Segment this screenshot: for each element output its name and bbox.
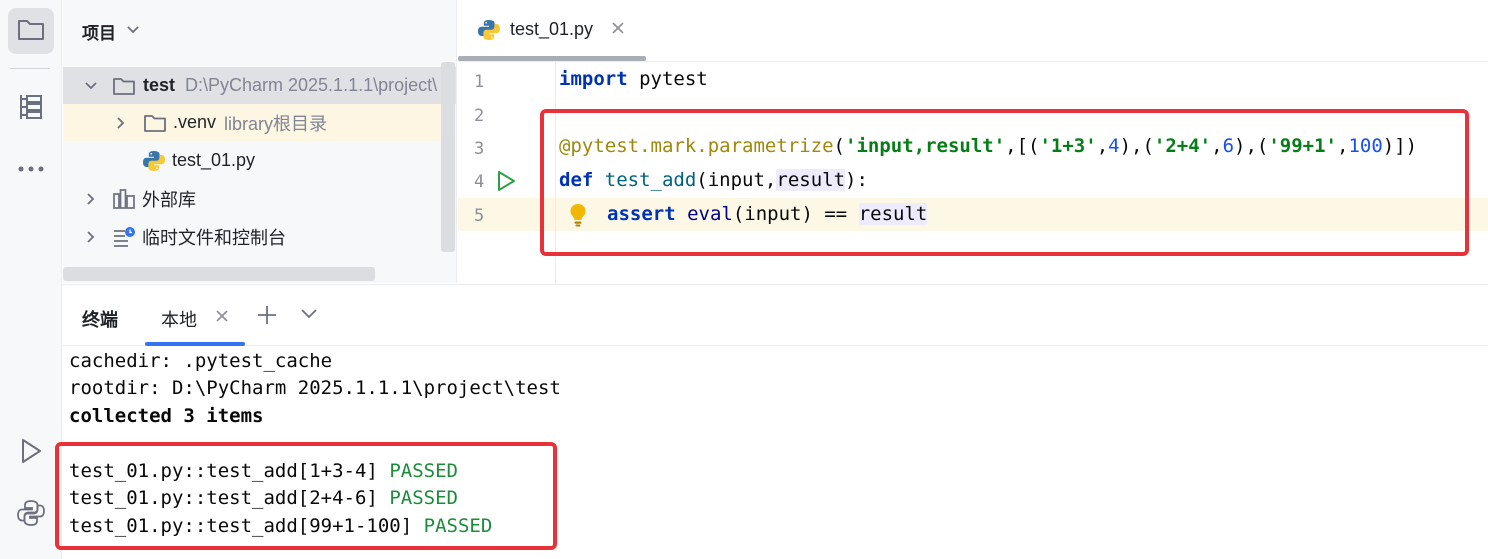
project-panel-header[interactable]: 项目: [63, 0, 456, 62]
tree-item-scratches-and-consoles[interactable]: 临时文件和控制台: [63, 218, 456, 255]
python-file-icon: [478, 19, 500, 46]
scratch-icon: [112, 225, 136, 249]
run-test-gutter-icon[interactable]: [495, 170, 517, 197]
line-number: 2: [474, 106, 485, 126]
chevron-down-icon[interactable]: [83, 78, 99, 94]
plus-icon[interactable]: [256, 304, 278, 331]
tree-item-test[interactable]: test D:\PyCharm 2025.1.1.1\project\: [63, 67, 456, 104]
folder-icon: [143, 111, 167, 135]
library-icon: [112, 187, 136, 211]
tree-item-label: 外部库: [142, 189, 196, 210]
activity-separator: [10, 68, 50, 69]
tree-item-label: test_01.py: [172, 150, 256, 170]
chevron-right-icon[interactable]: [83, 229, 99, 245]
annotation-highlight-box: [55, 442, 557, 550]
close-icon[interactable]: [215, 309, 229, 328]
project-panel-title: 项目: [82, 23, 116, 43]
active-tab-indicator: [458, 56, 646, 61]
structure-tool-button[interactable]: [8, 86, 54, 132]
terminal-tab-bar: 终端 本地: [63, 284, 1488, 346]
folder-icon: [17, 17, 45, 46]
python-file-icon: [142, 149, 166, 173]
chevron-down-icon[interactable]: [126, 22, 140, 40]
line-number: 1: [474, 72, 485, 92]
run-icon: [19, 438, 43, 469]
chevron-right-icon[interactable]: [113, 115, 129, 131]
tree-item-label: .venv: [173, 112, 217, 132]
more-icon: [17, 160, 45, 178]
structure-icon: [18, 93, 44, 126]
editor-tab-test-01-py[interactable]: test_01.py: [458, 0, 646, 62]
tree-item-external-libraries[interactable]: 外部库: [63, 180, 456, 217]
tree-item-venv[interactable]: .venv library根目录: [63, 104, 456, 141]
terminal-tab-local[interactable]: 本地: [145, 285, 245, 347]
chevron-down-icon[interactable]: [300, 307, 318, 325]
run-tool-button[interactable]: [8, 430, 54, 476]
code-keyword: import: [559, 68, 628, 90]
editor-tab-label: test_01.py: [510, 19, 594, 39]
tree-item-library-hint: library根目录: [224, 113, 328, 134]
editor-tab-bar: test_01.py: [458, 0, 1488, 62]
project-vertical-scrollbar[interactable]: [441, 62, 455, 252]
close-icon[interactable]: [611, 21, 625, 40]
line-number: 5: [474, 206, 485, 226]
project-panel: 项目 test D:\PyCharm 2025.1.1.1\project\ .…: [63, 0, 457, 283]
python-console-tool-button[interactable]: [8, 492, 54, 538]
code-editor: test_01.py 1 2 3 4 5 import pytest @pyte…: [458, 0, 1488, 283]
terminal-line-cachedir: cachedir: .pytest_cache: [69, 350, 333, 372]
project-tool-button[interactable]: [8, 8, 54, 54]
terminal-tab-label: 本地: [161, 310, 197, 330]
terminal-output[interactable]: cachedir: .pytest_cache rootdir: D:\PyCh…: [55, 346, 1488, 559]
tree-item-label: 临时文件和控制台: [142, 227, 286, 248]
tree-item-path-hint: D:\PyCharm 2025.1.1.1\project\: [185, 75, 438, 95]
activity-bar: [0, 0, 62, 559]
terminal-title: 终端: [82, 310, 118, 330]
more-tools-button[interactable]: [8, 146, 54, 192]
tree-item-label: test: [143, 75, 176, 95]
terminal-line-collected: collected 3 items: [69, 405, 264, 427]
terminal-line-rootdir: rootdir: D:\PyCharm 2025.1.1.1\project\t…: [69, 377, 561, 399]
code-text: pytest: [627, 68, 708, 90]
annotation-highlight-box: [540, 109, 1469, 256]
code-line-1[interactable]: import pytest: [559, 68, 708, 90]
tree-item-test-01-py[interactable]: test_01.py: [63, 142, 456, 179]
line-number: 3: [474, 139, 485, 159]
folder-icon: [112, 74, 136, 98]
project-horizontal-scrollbar[interactable]: [63, 267, 375, 281]
chevron-right-icon[interactable]: [83, 191, 99, 207]
python-console-icon: [17, 499, 45, 532]
